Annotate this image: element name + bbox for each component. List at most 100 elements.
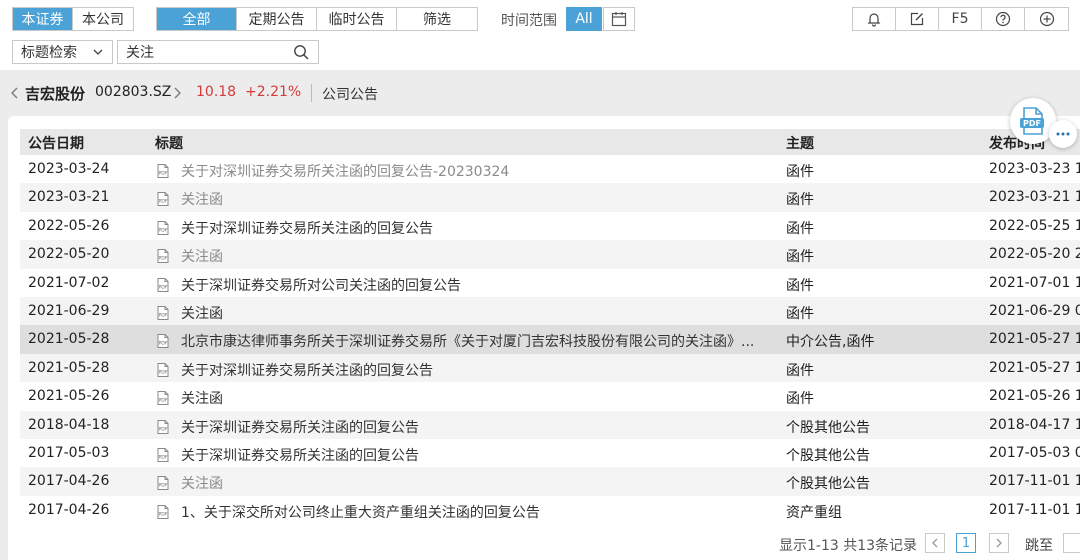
- table-row[interactable]: 2021-05-28 PDF 北京市康达律师事务所关于深圳证券交易所《关于对厦门吉宏…: [20, 325, 1080, 354]
- tab-this-company[interactable]: 本公司: [73, 8, 133, 30]
- pdf-file-icon: PDF: [157, 277, 169, 292]
- section-label: 公司公告: [322, 87, 378, 103]
- row-title[interactable]: PDF 关于对深圳证券交易所关注函的回复公告: [155, 218, 775, 238]
- table-row[interactable]: 2022-05-26 PDF 关于对深圳证券交易所关注函的回复公告 函件 2022-05…: [20, 211, 1080, 241]
- row-topic: 函件: [786, 391, 814, 408]
- row-topic: 函件: [786, 220, 814, 237]
- row-title[interactable]: PDF 关注函: [155, 388, 775, 408]
- row-title[interactable]: PDF 关注函: [155, 189, 775, 209]
- row-publish-time: 2021-05-26 1: [989, 388, 1080, 405]
- row-title-text[interactable]: 关于对深圳证券交易所关注函的回复公告-20230324: [181, 161, 509, 181]
- svg-text:PDF: PDF: [159, 369, 168, 375]
- row-publish-time: 2017-11-01 1: [989, 473, 1080, 490]
- table-row[interactable]: 2021-05-26 PDF 关注函 函件 2021-05-26 1: [20, 382, 1080, 411]
- search-input[interactable]: 关注: [117, 40, 319, 64]
- row-title[interactable]: PDF 关注函: [155, 303, 775, 323]
- row-title-text[interactable]: 关于深圳证券交易所关注函的回复公告: [181, 445, 419, 465]
- add-button[interactable]: [1025, 8, 1068, 30]
- table-row[interactable]: 2021-07-02 PDF 关于深圳证券交易所对公司关注函的回复公告 函件 2021-…: [20, 268, 1080, 297]
- table-row[interactable]: 2022-05-20 PDF 关注函 函件 2022-05-20 2: [20, 240, 1080, 269]
- row-title[interactable]: PDF 1、关于深交所对公司终止重大资产重组关注函的回复公告: [155, 502, 775, 522]
- help-button[interactable]: [982, 8, 1025, 30]
- tab-filter[interactable]: 筛选: [397, 8, 477, 30]
- table-row[interactable]: 2021-06-29 PDF 关注函 函件 2021-06-29 0: [20, 296, 1080, 326]
- table-row[interactable]: 2017-04-26 PDF 1、关于深交所对公司终止重大资产重组关注函的回复公告 资…: [20, 495, 1080, 525]
- row-title-text[interactable]: 关注函: [181, 473, 223, 493]
- more-float-button[interactable]: [1049, 120, 1077, 148]
- calendar-icon: [611, 12, 627, 27]
- row-title-text[interactable]: 关于对深圳证券交易所关注函的回复公告: [181, 360, 433, 380]
- row-title-text[interactable]: 关于对深圳证券交易所关注函的回复公告: [181, 218, 433, 238]
- table-row[interactable]: 2017-05-03 PDF 关于深圳证券交易所关注函的回复公告 个股其他公告 2017…: [20, 438, 1080, 468]
- edit-button[interactable]: [896, 8, 939, 30]
- table-header: 公告日期 标题 主题 发布时间: [20, 129, 1080, 155]
- row-title[interactable]: PDF 关于深圳证券交易所关注函的回复公告: [155, 445, 775, 465]
- row-topic: 个股其他公告: [786, 476, 870, 493]
- column-header-date[interactable]: 公告日期: [28, 133, 84, 153]
- row-title[interactable]: PDF 关注函: [155, 246, 775, 266]
- stock-price: 10.18: [196, 84, 237, 100]
- row-topic: 函件: [786, 249, 814, 266]
- search-icon[interactable]: [293, 44, 310, 61]
- search-input-value: 关注: [126, 45, 154, 61]
- row-title-text[interactable]: 关注函: [181, 246, 223, 266]
- column-header-topic[interactable]: 主题: [786, 133, 814, 153]
- row-date: 2022-05-20: [28, 246, 110, 263]
- tab-temporary[interactable]: 临时公告: [317, 8, 397, 30]
- row-title[interactable]: PDF 关于对深圳证券交易所关注函的回复公告-20230324: [155, 161, 775, 181]
- jump-page-input[interactable]: [1063, 533, 1080, 553]
- row-title-text[interactable]: 关于深圳证券交易所关注函的回复公告: [181, 417, 419, 437]
- row-topic: 个股其他公告: [786, 419, 870, 436]
- row-title[interactable]: PDF 关于对深圳证券交易所关注函的回复公告: [155, 360, 775, 380]
- pdf-file-icon: PDF: [157, 447, 169, 462]
- row-date: 2017-05-03: [28, 444, 110, 461]
- tab-this-security[interactable]: 本证券: [13, 8, 73, 30]
- chevron-left-icon[interactable]: [10, 86, 20, 100]
- row-title-text[interactable]: 1、关于深交所对公司终止重大资产重组关注函的回复公告: [181, 502, 540, 522]
- category-tabs: 全部 定期公告 临时公告 筛选: [156, 7, 478, 31]
- pdf-file-icon: PDF: [157, 249, 169, 264]
- row-title-text[interactable]: 关于深圳证券交易所对公司关注函的回复公告: [181, 275, 461, 295]
- chevron-right-icon: [996, 538, 1002, 548]
- refresh-button[interactable]: F5: [939, 8, 982, 30]
- next-page-button[interactable]: [989, 533, 1009, 553]
- row-title-text[interactable]: 关注函: [181, 189, 223, 209]
- calendar-button[interactable]: [603, 7, 635, 31]
- table-row[interactable]: 2017-04-26 PDF 关注函 个股其他公告 2017-11-01 1: [20, 467, 1080, 496]
- divider: [311, 84, 312, 102]
- row-date: 2021-05-28: [28, 331, 110, 348]
- row-topic: 个股其他公告: [786, 447, 870, 464]
- notification-button[interactable]: [853, 8, 896, 30]
- row-title-text[interactable]: 北京市康达律师事务所关于深圳证券交易所《关于对厦门吉宏科技股份有限公司的关注函》…: [181, 331, 754, 351]
- chevron-right-icon[interactable]: [172, 86, 182, 100]
- prev-page-button[interactable]: [925, 533, 945, 553]
- row-date: 2017-04-26: [28, 473, 110, 490]
- row-title-text[interactable]: 关注函: [181, 303, 223, 323]
- column-header-title[interactable]: 标题: [155, 133, 183, 153]
- page-number[interactable]: 1: [956, 533, 976, 553]
- table-row[interactable]: 2021-05-28 PDF 关于对深圳证券交易所关注函的回复公告 函件 2021-05…: [20, 353, 1080, 383]
- help-icon: [995, 11, 1011, 27]
- pdf-file-icon: PDF: [157, 476, 169, 491]
- row-date: 2017-04-26: [28, 501, 110, 518]
- chevron-down-icon: [93, 49, 103, 55]
- table-row[interactable]: 2018-04-18 PDF 关于深圳证券交易所关注函的回复公告 个股其他公告 2018…: [20, 410, 1080, 439]
- search-mode-select[interactable]: 标题检索: [12, 40, 113, 64]
- row-title-text[interactable]: 关注函: [181, 388, 223, 408]
- tab-periodic[interactable]: 定期公告: [237, 8, 317, 30]
- row-publish-time: 2018-04-17 1: [989, 416, 1080, 433]
- jump-label: 跳至: [1025, 538, 1053, 554]
- row-publish-time: 2022-05-20 2: [989, 246, 1080, 263]
- table-row[interactable]: 2023-03-24 PDF 关于对深圳证券交易所关注函的回复公告-20230324…: [20, 155, 1080, 184]
- scope-tabs: 本证券 本公司: [12, 7, 134, 31]
- stock-info-bar: 吉宏股份 002803.SZ 10.18 +2.21% 公司公告: [0, 78, 1080, 108]
- row-title[interactable]: PDF 关于深圳证券交易所关注函的回复公告: [155, 417, 775, 437]
- time-all-button[interactable]: All: [566, 7, 602, 31]
- row-title[interactable]: PDF 北京市康达律师事务所关于深圳证券交易所《关于对厦门吉宏科技股份有限公司的关…: [155, 331, 775, 351]
- row-title[interactable]: PDF 关于深圳证券交易所对公司关注函的回复公告: [155, 275, 775, 295]
- row-title[interactable]: PDF 关注函: [155, 473, 775, 493]
- pdf-file-icon: PDF: [157, 164, 169, 178]
- table-row[interactable]: 2023-03-21 PDF 关注函 函件 2023-03-21 1: [20, 183, 1080, 212]
- tab-all[interactable]: 全部: [157, 8, 237, 30]
- svg-text:PDF: PDF: [159, 284, 168, 290]
